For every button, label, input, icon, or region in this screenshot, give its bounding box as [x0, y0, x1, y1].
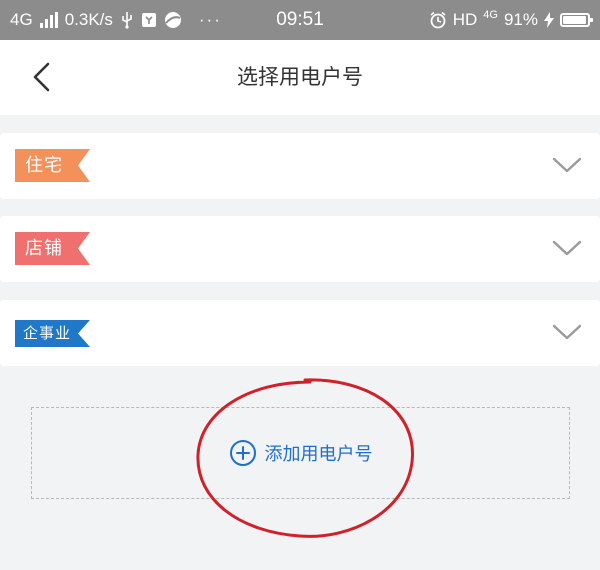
hd-indicator: HD — [452, 10, 478, 29]
chevron-down-icon — [552, 240, 582, 256]
chevron-down-icon — [552, 157, 582, 173]
usb-icon — [122, 12, 132, 29]
app-notification-icon — [141, 13, 156, 27]
add-account-button[interactable]: 添加用电户号 — [31, 407, 570, 499]
back-arrow-icon[interactable] — [30, 62, 54, 92]
status-bar-right: HD 4G 91% — [429, 0, 593, 40]
category-tag-enterprise: 企事业 — [15, 320, 90, 347]
battery-percent: 91% — [503, 10, 538, 29]
nav-bar: 选择用电户号 — [0, 40, 600, 115]
network-speed: 0.3K/s — [64, 10, 113, 29]
category-tag-shop: 店铺 — [15, 232, 90, 265]
network-type: 4G — [10, 10, 33, 29]
chevron-down-icon — [552, 324, 582, 340]
add-account-label: 添加用电户号 — [264, 444, 373, 465]
category-card-residential[interactable]: 住宅 — [0, 133, 600, 199]
plus-circle-icon — [229, 440, 256, 466]
category-tag-residential: 住宅 — [15, 149, 90, 182]
status-bar: 4G 0.3K/s ··· 09:51 HD 4G 91% — [0, 0, 600, 40]
signal-icon — [39, 12, 58, 28]
alarm-icon — [430, 11, 446, 29]
status-bar-left: 4G 0.3K/s ··· — [10, 0, 222, 40]
category-card-shop[interactable]: 店铺 — [0, 216, 600, 282]
battery-icon — [560, 13, 593, 27]
charging-icon — [544, 12, 554, 28]
more-notifications: ··· — [198, 10, 222, 29]
network-type-right: 4G — [483, 9, 498, 21]
page-title: 选择用电户号 — [237, 65, 363, 89]
browser-icon — [164, 12, 181, 28]
category-card-enterprise[interactable]: 企事业 — [0, 300, 600, 366]
